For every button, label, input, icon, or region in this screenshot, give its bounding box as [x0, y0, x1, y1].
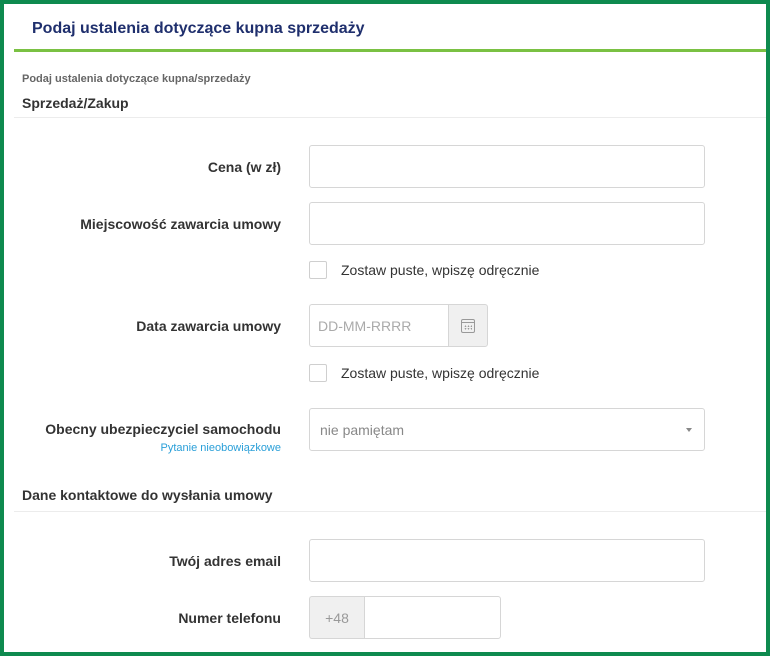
- place-blank-row[interactable]: Zostaw puste, wpiszę odręcznie: [309, 260, 539, 280]
- insurer-select[interactable]: nie pamiętam: [309, 408, 705, 451]
- section-title-sale: Sprzedaż/Zakup: [22, 95, 129, 111]
- date-blank-label: Zostaw puste, wpiszę odręcznie: [341, 365, 540, 381]
- phone-input[interactable]: [364, 596, 501, 639]
- date-picker: [309, 304, 488, 347]
- insurer-optional-hint: Pytanie nieobowiązkowe: [160, 442, 281, 454]
- place-input[interactable]: [309, 202, 705, 245]
- price-label: Cena (w zł): [207, 159, 281, 175]
- price-input[interactable]: [309, 145, 705, 188]
- panel-header: Podaj ustalenia dotyczące kupna sprzedaż…: [14, 8, 766, 52]
- section-divider: [14, 511, 766, 512]
- chevron-down-icon: [686, 428, 692, 432]
- form-frame: Podaj ustalenia dotyczące kupna sprzedaż…: [0, 0, 770, 656]
- place-label: Miejscowość zawarcia umowy: [80, 216, 281, 232]
- phone-field: +48: [309, 596, 501, 639]
- place-blank-label: Zostaw puste, wpiszę odręcznie: [341, 262, 540, 278]
- date-blank-checkbox[interactable]: [309, 364, 327, 382]
- insurer-label: Obecny ubezpieczyciel samochodu: [45, 421, 281, 437]
- email-input[interactable]: [309, 539, 705, 582]
- place-blank-checkbox[interactable]: [309, 261, 327, 279]
- phone-label: Numer telefonu: [178, 610, 281, 626]
- page-title: Podaj ustalenia dotyczące kupna sprzedaż…: [32, 20, 365, 37]
- date-blank-row[interactable]: Zostaw puste, wpiszę odręcznie: [309, 363, 539, 383]
- breadcrumb: Podaj ustalenia dotyczące kupna/sprzedaż…: [22, 73, 251, 85]
- section-title-contact: Dane kontaktowe do wysłania umowy: [22, 487, 273, 503]
- email-label: Twój adres email: [169, 553, 281, 569]
- date-input[interactable]: [309, 304, 448, 347]
- phone-prefix: +48: [309, 596, 364, 639]
- section-divider: [14, 117, 766, 118]
- calendar-icon: [461, 318, 475, 333]
- date-label: Data zawarcia umowy: [136, 318, 281, 334]
- insurer-selected-value: nie pamiętam: [320, 422, 405, 438]
- calendar-button[interactable]: [448, 304, 488, 347]
